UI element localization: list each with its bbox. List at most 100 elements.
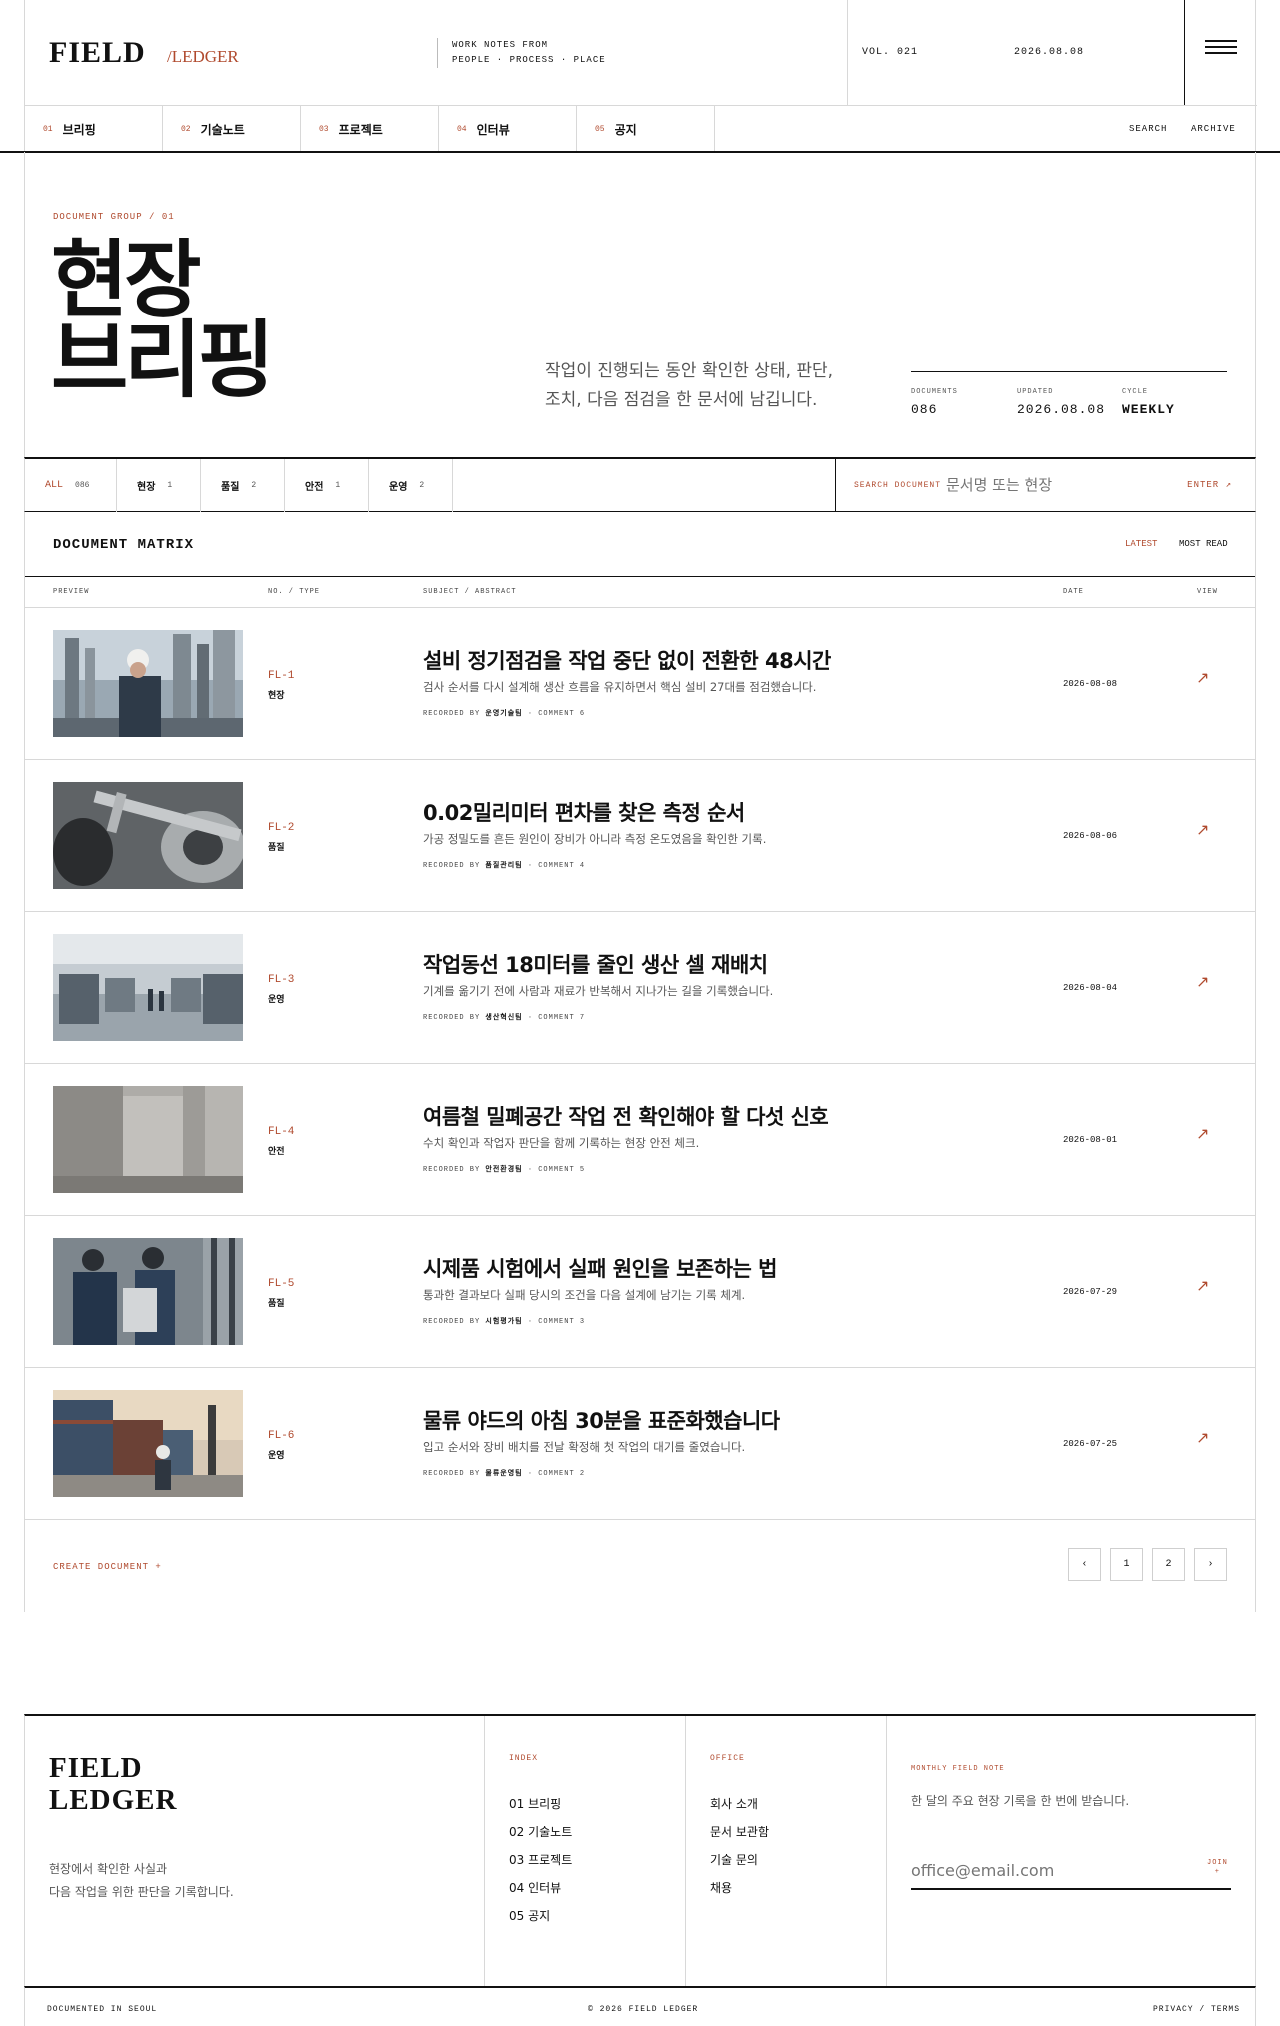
doc-abstract: 가공 정밀도를 흔든 원인이 장비가 아니라 측정 온도였음을 확인한 기록.	[423, 832, 767, 846]
enter-button[interactable]: ENTER ↗	[1187, 480, 1232, 490]
filter-count: 1	[335, 481, 341, 490]
nav-item-projects[interactable]: 03 프로젝트	[301, 106, 439, 153]
doc-title[interactable]: 작업동선 18미터를 줄인 생산 셀 재배치	[423, 949, 768, 979]
footer-link[interactable]: 기술 문의	[710, 1846, 769, 1874]
sort-most-read-button[interactable]: MOST READ	[1179, 539, 1228, 549]
recorder: 운영기술팀	[485, 710, 523, 718]
table-row[interactable]: FL-2 품질 0.02밀리미터 편차를 찾은 측정 순서 가공 정밀도를 흔든…	[25, 760, 1255, 912]
doc-date: 2026-08-04	[1063, 983, 1118, 993]
tagline-line-2: PEOPLE · PROCESS · PLACE	[452, 55, 606, 65]
logo[interactable]: FIELD	[49, 36, 146, 70]
arrow-up-right-icon[interactable]: ↗	[1196, 670, 1209, 686]
doc-abstract: 통과한 결과보다 실패 당시의 조건을 다음 설계에 남기는 기록 체계.	[423, 1288, 746, 1302]
preview-image-concrete-space	[53, 1086, 243, 1193]
nav-item-interviews[interactable]: 04 인터뷰	[439, 106, 577, 153]
table-row[interactable]: FL-4 안전 여름철 밀폐공간 작업 전 확인해야 할 다섯 신호 수치 확인…	[25, 1064, 1255, 1216]
nav-label: 기술노트	[200, 123, 245, 137]
filter-count: 086	[75, 481, 90, 490]
menu-icon[interactable]	[1205, 40, 1237, 54]
filter-site[interactable]: 현장 1	[117, 459, 201, 512]
table-row[interactable]: FL-6 운영 물류 야드의 아침 30분을 표준화했습니다 입고 순서와 장비…	[25, 1368, 1255, 1520]
filter-operations[interactable]: 운영 2	[369, 459, 453, 512]
table-row[interactable]: FL-3 운영 작업동선 18미터를 줄인 생산 셀 재배치 기계를 옮기기 전…	[25, 912, 1255, 1064]
filter-label: ALL	[45, 480, 64, 491]
preview-image-logistics-yard	[53, 1390, 243, 1497]
sort-latest-button[interactable]: LATEST	[1125, 539, 1157, 549]
footer-link[interactable]: 문서 보관함	[710, 1818, 769, 1846]
pager-page-1[interactable]: 1	[1110, 1548, 1143, 1581]
stat-value: 086	[911, 402, 938, 417]
footer-link[interactable]: 02 기술노트	[509, 1818, 572, 1846]
footer-index-title: INDEX	[509, 1754, 539, 1763]
doc-abstract: 기계를 옮기기 전에 사람과 재료가 반복해서 지나가는 길을 기록했습니다.	[423, 984, 774, 998]
stat-value: WEEKLY	[1122, 402, 1175, 417]
nav-item-briefing[interactable]: 01 브리핑	[25, 106, 163, 153]
arrow-up-right-icon[interactable]: ↗	[1196, 1278, 1209, 1294]
doc-title[interactable]: 0.02밀리미터 편차를 찾은 측정 순서	[423, 797, 745, 827]
matrix-title: DOCUMENT MATRIX	[53, 537, 195, 553]
page-title-line-2: 브리핑	[51, 311, 275, 409]
stat-label: UPDATED	[1017, 388, 1054, 396]
doc-title[interactable]: 물류 야드의 아침 30분을 표준화했습니다	[423, 1405, 780, 1435]
comment-count: COMMENT 5	[538, 1166, 586, 1174]
join-button[interactable]: JOIN +	[1207, 1859, 1228, 1877]
create-document-button[interactable]: CREATE DOCUMENT +	[53, 1562, 162, 1572]
newsletter-email-input[interactable]	[911, 1852, 1231, 1890]
footer-logo[interactable]: FIELD LEDGER	[49, 1752, 177, 1816]
doc-type: 안전	[268, 1147, 285, 1157]
filter-quality[interactable]: 품질 2	[201, 459, 285, 512]
recorded-by-label: RECORDED BY	[423, 1166, 481, 1174]
pager-page-2[interactable]: 2	[1152, 1548, 1185, 1581]
nav-item-tech-notes[interactable]: 02 기술노트	[163, 106, 301, 153]
nav-num: 04	[457, 125, 467, 134]
col-no-type: NO. / TYPE	[268, 588, 321, 596]
doc-code: FL-3	[268, 974, 295, 986]
doc-code: FL-5	[268, 1278, 295, 1290]
footer-link[interactable]: 03 프로젝트	[509, 1846, 572, 1874]
logo-sub[interactable]: /LEDGER	[167, 47, 239, 67]
filter-safety[interactable]: 안전 1	[285, 459, 369, 512]
page-title: 현장 브리핑	[51, 231, 275, 409]
doc-title[interactable]: 여름철 밀폐공간 작업 전 확인해야 할 다섯 신호	[423, 1101, 829, 1131]
tagline-line-1: WORK NOTES FROM	[452, 40, 549, 50]
nav-label: 브리핑	[62, 123, 96, 137]
footer-office-title: OFFICE	[710, 1754, 745, 1763]
tagline: WORK NOTES FROM PEOPLE · PROCESS · PLACE	[437, 38, 606, 68]
arrow-up-right-icon[interactable]: ↗	[1196, 974, 1209, 990]
filter-all[interactable]: ALL 086	[25, 459, 117, 512]
arrow-up-right-icon[interactable]: ↗	[1196, 822, 1209, 838]
search-input[interactable]	[946, 473, 1176, 497]
comment-count: COMMENT 7	[538, 1014, 586, 1022]
search-link[interactable]: SEARCH	[1129, 124, 1167, 134]
pager-prev-button[interactable]: ‹	[1068, 1548, 1101, 1581]
privacy-terms-link[interactable]: PRIVACY / TERMS	[1153, 2005, 1240, 2014]
arrow-up-right-icon[interactable]: ↗	[1196, 1430, 1209, 1446]
footer-link[interactable]: 04 인터뷰	[509, 1874, 572, 1902]
nav-num: 01	[43, 125, 53, 134]
filter-count: 2	[251, 481, 257, 490]
recorder: 시험평가팀	[485, 1318, 523, 1326]
page-title-line-1: 현장	[51, 231, 202, 329]
footer-link[interactable]: 채용	[710, 1874, 769, 1902]
table-row[interactable]: FL-1 현장 설비 정기점검을 작업 중단 없이 전환한 48시간 검사 순서…	[25, 608, 1255, 760]
doc-title[interactable]: 설비 정기점검을 작업 중단 없이 전환한 48시간	[423, 645, 831, 675]
nav-num: 05	[595, 125, 605, 134]
table-row[interactable]: FL-5 품질 시제품 시험에서 실패 원인을 보존하는 법 통과한 결과보다 …	[25, 1216, 1255, 1368]
doc-type: 운영	[268, 995, 285, 1005]
hero-description: 작업이 진행되는 동안 확인한 상태, 판단, 조치, 다음 점검을 한 문서에…	[545, 357, 833, 415]
filter-count: 1	[167, 481, 173, 490]
doc-type: 운영	[268, 1451, 285, 1461]
pager-next-button[interactable]: ›	[1194, 1548, 1227, 1581]
footer-link[interactable]: 회사 소개	[710, 1790, 769, 1818]
footer-link[interactable]: 05 공지	[509, 1902, 572, 1930]
newsletter-description: 한 달의 주요 현장 기록을 한 번에 받습니다.	[911, 1794, 1130, 1808]
archive-link[interactable]: ARCHIVE	[1191, 124, 1236, 134]
arrow-up-right-icon[interactable]: ↗	[1196, 1126, 1209, 1142]
recorder: 물류운영팀	[485, 1470, 523, 1478]
doc-title[interactable]: 시제품 시험에서 실패 원인을 보존하는 법	[423, 1253, 778, 1283]
footer-link[interactable]: 01 브리핑	[509, 1790, 572, 1818]
doc-meta: RECORDED BY 생산혁신팀 · COMMENT 7	[423, 1014, 586, 1022]
nav-item-notices[interactable]: 05 공지	[577, 106, 715, 153]
doc-code: FL-4	[268, 1126, 295, 1138]
hero-description-line-2: 조치, 다음 점검을 한 문서에 남깁니다.	[545, 390, 818, 410]
